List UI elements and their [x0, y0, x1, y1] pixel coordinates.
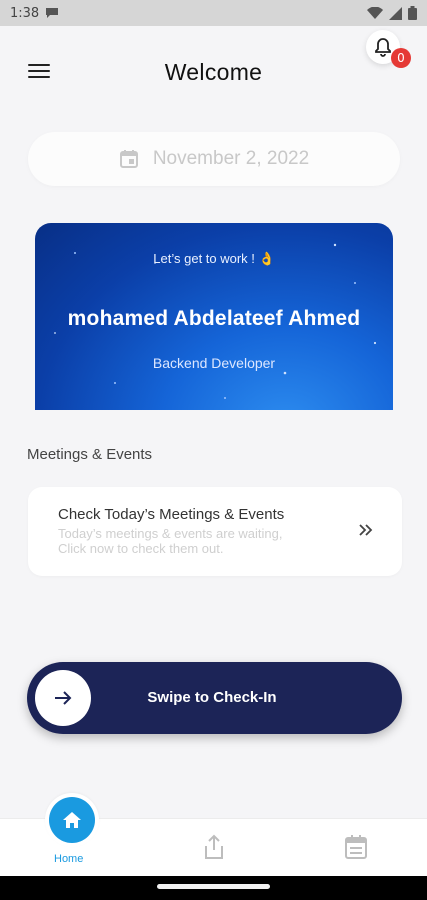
- signal-icon: [389, 6, 402, 20]
- nav-home[interactable]: [45, 793, 99, 847]
- swipe-to-check-in[interactable]: Swipe to Check-In: [27, 662, 402, 734]
- system-gesture-bar: [0, 876, 427, 900]
- meetings-card-title: Check Today’s Meetings & Events: [58, 506, 285, 523]
- calendar-icon: [119, 150, 138, 168]
- status-icons: [367, 6, 417, 20]
- employee-name: mohamed Abdelateef Ahmed: [67, 307, 361, 330]
- welcome-card: Let’s get to work ! 👌 mohamed Abdelateef…: [35, 223, 393, 410]
- double-chevron-right-icon: [359, 524, 373, 536]
- employee-role: Backend Developer: [152, 355, 276, 371]
- menu-icon[interactable]: [28, 64, 50, 80]
- share-icon[interactable]: [202, 834, 226, 860]
- page-title: Welcome: [164, 58, 263, 85]
- home-icon: [63, 812, 81, 828]
- arrow-right-icon: [55, 691, 72, 705]
- meetings-section-title: Meetings & Events: [27, 446, 153, 463]
- calendar-list-icon[interactable]: [344, 834, 368, 860]
- home-button[interactable]: [49, 797, 95, 843]
- status-time: 1:38: [10, 5, 40, 21]
- status-bar: 1:38: [0, 0, 427, 26]
- nav-home-label: Home: [54, 853, 84, 865]
- swipe-label: Swipe to Check-In: [147, 689, 277, 706]
- date-display: November 2, 2022: [28, 132, 400, 186]
- meetings-card-subtitle-line1: Today’s meetings & events are waiting,: [58, 526, 283, 541]
- notification-badge: 0: [391, 48, 411, 68]
- bell-icon: [375, 38, 391, 57]
- battery-icon: [408, 6, 417, 20]
- wifi-icon: [367, 6, 383, 19]
- meetings-card-subtitle: Today’s meetings & events are waiting, C…: [58, 526, 318, 556]
- date-text: November 2, 2022: [152, 148, 310, 169]
- meetings-card[interactable]: Check Today’s Meetings & Events Today’s …: [28, 487, 402, 576]
- meetings-card-subtitle-line2: Click now to check them out.: [58, 541, 224, 556]
- gesture-handle[interactable]: [157, 884, 270, 889]
- greeting-text: Let’s get to work ! 👌: [153, 251, 275, 266]
- swipe-handle[interactable]: [35, 670, 91, 726]
- chat-icon: [46, 8, 59, 18]
- app-header: Welcome: [0, 26, 427, 118]
